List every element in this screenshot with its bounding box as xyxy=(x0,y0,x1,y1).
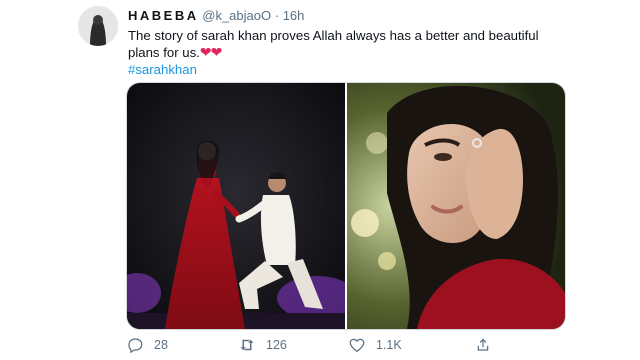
author-handle[interactable]: @k_abjaoO xyxy=(202,8,271,23)
share-button[interactable] xyxy=(474,336,492,354)
proposal-photo[interactable] xyxy=(127,83,345,329)
tweet: HABEBA @k_abjaoO · 16h The story of sara… xyxy=(0,0,640,360)
reply-button[interactable]: 28 xyxy=(126,336,168,354)
reply-count: 28 xyxy=(154,338,168,352)
retweet-count: 126 xyxy=(266,338,287,352)
like-icon xyxy=(348,336,366,354)
share-icon xyxy=(474,336,492,354)
like-count: 1.1K xyxy=(376,338,402,352)
author-name[interactable]: HABEBA xyxy=(128,8,199,23)
retweet-button[interactable]: 126 xyxy=(238,336,287,354)
reply-icon xyxy=(126,336,144,354)
tweet-text: The story of sarah khan proves Allah alw… xyxy=(128,27,568,78)
heart-emojis: ❤❤ xyxy=(199,44,222,60)
hashtag-link[interactable]: #sarahkhan xyxy=(128,61,568,78)
tweet-time[interactable]: 16h xyxy=(283,8,305,23)
retweet-icon xyxy=(238,336,256,354)
portrait-photo[interactable] xyxy=(347,83,565,329)
header-separator: · xyxy=(274,8,280,23)
like-button[interactable]: 1.1K xyxy=(348,336,402,354)
media-grid xyxy=(126,82,566,330)
tweet-actions: 28 126 1.1K xyxy=(126,336,564,356)
tweet-body: The story of sarah khan proves Allah alw… xyxy=(128,28,539,60)
tweet-header: HABEBA @k_abjaoO · 16h xyxy=(128,8,304,24)
avatar[interactable] xyxy=(78,6,118,46)
